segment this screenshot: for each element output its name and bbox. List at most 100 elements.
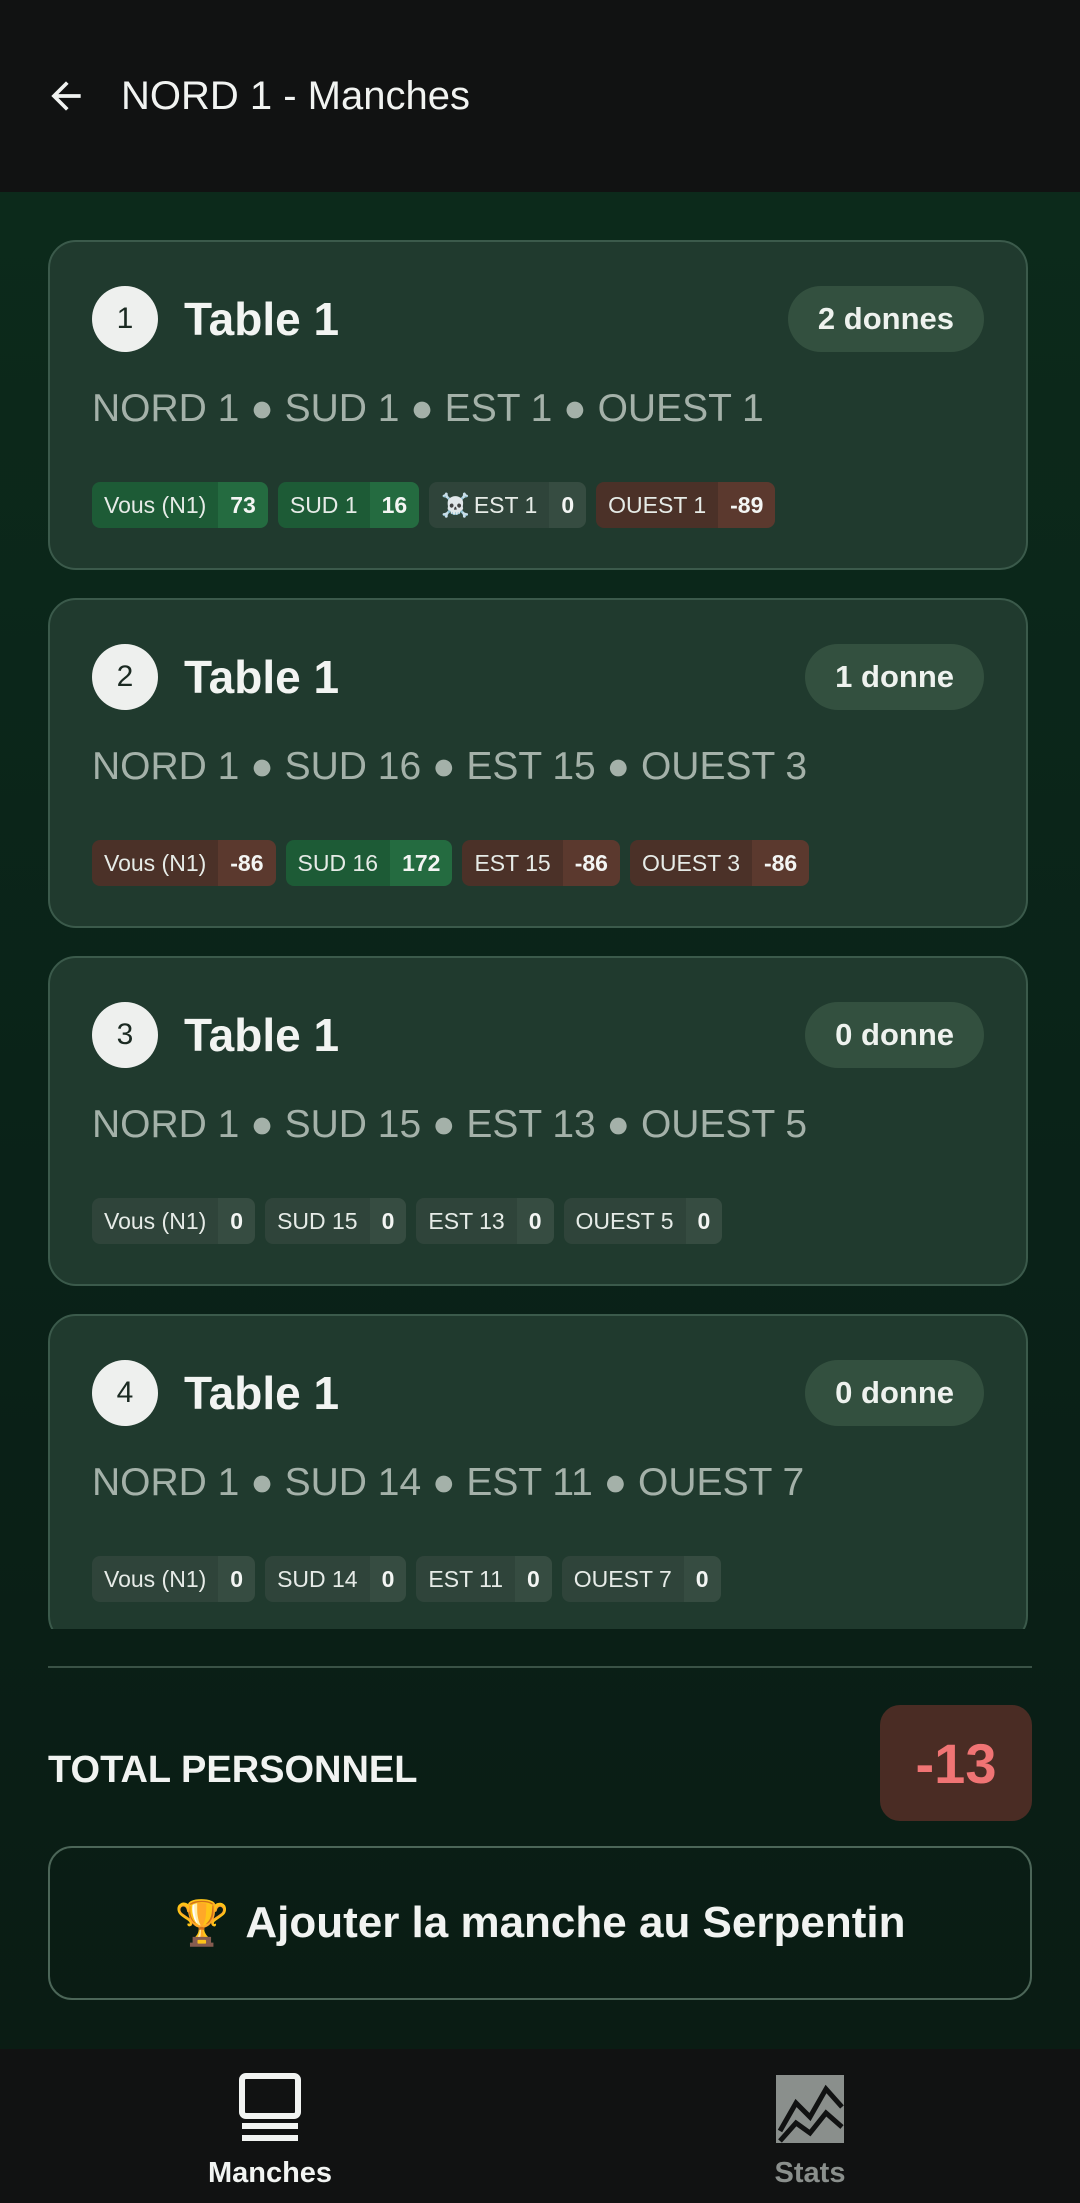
score-chip: SUD 16 172 xyxy=(285,840,453,886)
table-title: Table 1 xyxy=(184,651,340,703)
nav-stats-label: Stats xyxy=(774,2157,846,2189)
score-chip: OUEST 7 0 xyxy=(561,1556,721,1602)
manche-card[interactable]: 3 Table 1 0 donne NORD 1 ● SUD 15 ● EST 13 … xyxy=(48,956,1028,1286)
scores-row: Vous (N1) 73 SUD 1 16 ☠️ EST 1 0 OUEST 1 -89 xyxy=(92,482,776,528)
score-chip: Vous (N1) 0 xyxy=(92,1556,256,1602)
scores-row: Vous (N1) 0 SUD 15 0 EST 13 0 OUEST 5 0 xyxy=(92,1198,723,1244)
donnes-count-badge: 1 donne xyxy=(805,644,984,710)
score-player-name: SUD 16 xyxy=(285,840,391,886)
donnes-count-badge: 2 donnes xyxy=(787,286,984,352)
add-button-label: Ajouter la manche au Serpentin xyxy=(245,1898,906,1947)
players-line: NORD 1 ● SUD 15 ● EST 13 ● OUEST 5 xyxy=(92,1103,808,1146)
divider xyxy=(48,1666,1032,1668)
score-value: 0 xyxy=(218,1556,256,1602)
score-value: -86 xyxy=(218,840,276,886)
score-player-name: Vous (N1) xyxy=(92,482,219,528)
manche-number-badge: 2 xyxy=(92,644,158,710)
nav-manches-label: Manches xyxy=(207,2157,333,2189)
manche-card[interactable]: 4 Table 1 0 donne NORD 1 ● SUD 14 ● EST 11 … xyxy=(48,1314,1028,1629)
score-player-name: EST 13 xyxy=(416,1198,517,1244)
score-player-name: Vous (N1) xyxy=(92,1198,219,1244)
table-title: Table 1 xyxy=(184,293,340,345)
trophy-icon: 🏆 xyxy=(174,1899,230,1948)
score-player-name: OUEST 5 xyxy=(563,1198,686,1244)
score-chip: OUEST 5 0 xyxy=(563,1198,723,1244)
score-player-name: EST 11 xyxy=(416,1556,515,1602)
total-label: TOTAL PERSONNEL xyxy=(48,1749,418,1791)
score-player-name: Vous (N1) xyxy=(92,840,219,886)
nav-manches[interactable]: Manches xyxy=(0,2049,540,2203)
total-value: -13 xyxy=(880,1705,1032,1821)
score-value: 0 xyxy=(549,482,587,528)
score-value: -86 xyxy=(562,840,620,886)
score-player-name: OUEST 7 xyxy=(561,1556,684,1602)
content-area: 1 Table 1 2 donnes NORD 1 ● SUD 1 ● EST 1 ●… xyxy=(0,192,1080,2049)
score-chip: EST 13 0 xyxy=(416,1198,554,1244)
score-chip: SUD 1 16 xyxy=(277,482,420,528)
nav-stats[interactable]: Stats xyxy=(540,2049,1080,2203)
table-title: Table 1 xyxy=(184,1367,340,1419)
manches-list[interactable]: 1 Table 1 2 donnes NORD 1 ● SUD 1 ● EST 1 ●… xyxy=(48,240,1032,1629)
score-player-name: EST 15 xyxy=(462,840,563,886)
score-chip: OUEST 1 -89 xyxy=(596,482,776,528)
score-chip: Vous (N1) 73 xyxy=(92,482,268,528)
app-bar: NORD 1 - Manches xyxy=(0,0,1080,192)
manche-number-badge: 1 xyxy=(92,286,158,352)
score-chip: EST 15 -86 xyxy=(462,840,620,886)
score-value: 0 xyxy=(516,1198,554,1244)
score-value: 0 xyxy=(369,1556,407,1602)
players-line: NORD 1 ● SUD 14 ● EST 11 ● OUEST 7 xyxy=(92,1461,805,1504)
score-player-label: SUD 15 xyxy=(277,1207,358,1234)
page-title: NORD 1 - Manches xyxy=(121,74,470,118)
score-chip: Vous (N1) -86 xyxy=(92,840,276,886)
score-player-label: Vous (N1) xyxy=(104,849,207,876)
score-player-label: Vous (N1) xyxy=(104,1207,207,1234)
score-player-name: OUEST 1 xyxy=(596,482,719,528)
add-to-serpentin-button[interactable]: 🏆 Ajouter la manche au Serpentin xyxy=(48,1846,1032,2000)
score-player-label: SUD 14 xyxy=(277,1565,358,1592)
scores-row: Vous (N1) -86 SUD 16 172 EST 15 -86 OUEST 3 -86 xyxy=(92,840,810,886)
score-value: 0 xyxy=(685,1198,723,1244)
score-player-label: OUEST 3 xyxy=(641,849,740,876)
chart-icon xyxy=(776,2075,844,2143)
score-player-name: ☠️ EST 1 xyxy=(429,482,550,528)
skull-icon: ☠️ xyxy=(441,491,470,518)
score-value: 0 xyxy=(218,1198,256,1244)
score-player-label: EST 15 xyxy=(474,849,551,876)
score-chip: Vous (N1) 0 xyxy=(92,1198,256,1244)
score-player-label: SUD 1 xyxy=(289,491,358,518)
score-player-label: OUEST 7 xyxy=(573,1565,672,1592)
score-chip: OUEST 3 -86 xyxy=(629,840,810,886)
players-line: NORD 1 ● SUD 1 ● EST 1 ● OUEST 1 xyxy=(92,387,764,430)
donnes-count-badge: 0 donne xyxy=(805,1002,984,1068)
score-chip: ☠️ EST 10 xyxy=(429,482,587,528)
score-player-name: OUEST 3 xyxy=(629,840,752,886)
arrow-left-icon xyxy=(51,81,81,111)
score-player-label: EST 13 xyxy=(428,1207,505,1234)
score-value: -89 xyxy=(718,482,776,528)
back-button[interactable] xyxy=(40,70,92,122)
table-title: Table 1 xyxy=(184,1009,340,1061)
score-player-label: EST 11 xyxy=(428,1565,503,1592)
score-player-label: EST 1 xyxy=(473,491,538,518)
manche-number-badge: 4 xyxy=(92,1360,158,1426)
score-player-name: SUD 15 xyxy=(265,1198,370,1244)
score-player-name: SUD 14 xyxy=(265,1556,370,1602)
score-value: 16 xyxy=(369,482,420,528)
table-icon xyxy=(239,2073,301,2141)
score-value: 0 xyxy=(683,1556,721,1602)
scores-row: Vous (N1) 0 SUD 14 0 EST 11 0 OUEST 7 0 xyxy=(92,1556,721,1602)
manche-card[interactable]: 1 Table 1 2 donnes NORD 1 ● SUD 1 ● EST 1 ●… xyxy=(48,240,1028,570)
manche-card[interactable]: 2 Table 1 1 donne NORD 1 ● SUD 16 ● EST 15 … xyxy=(48,598,1028,928)
bottom-navigation: Manches Stats xyxy=(0,2049,1080,2203)
score-chip: EST 11 0 xyxy=(416,1556,552,1602)
score-player-name: Vous (N1) xyxy=(92,1556,219,1602)
players-line: NORD 1 ● SUD 16 ● EST 15 ● OUEST 3 xyxy=(92,745,808,788)
score-value: 0 xyxy=(515,1556,552,1602)
manche-number-badge: 3 xyxy=(92,1002,158,1068)
score-value: -86 xyxy=(751,840,810,886)
score-player-label: Vous (N1) xyxy=(104,491,207,518)
score-value: 172 xyxy=(390,840,453,886)
score-player-name: SUD 1 xyxy=(277,482,370,528)
score-player-label: Vous (N1) xyxy=(104,1565,207,1592)
